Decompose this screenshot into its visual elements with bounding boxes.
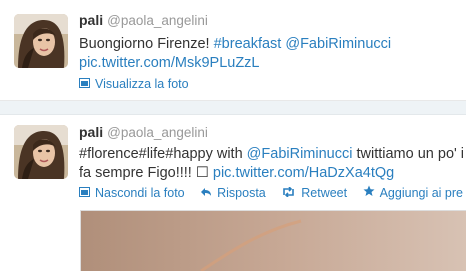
show-photo-label: Visualizza la foto [95, 77, 189, 91]
photo-icon [79, 77, 90, 91]
hide-photo-label: Nascondi la foto [95, 186, 185, 200]
tweet-text-line-1: Buongiorno Firenze! #breakfast @FabiRimi… [79, 35, 391, 54]
tweet-text-line-2: pic.twitter.com/Msk9PLuZzL [79, 54, 260, 73]
retweet-label: Retweet [301, 186, 348, 200]
avatar[interactable] [14, 14, 68, 68]
timeline-divider [0, 101, 466, 115]
tweet-actions: Nascondi la foto Risposta Retweet Aggiun… [79, 185, 466, 200]
author-name[interactable]: pali [79, 12, 103, 28]
show-photo-button[interactable]: Visualizza la foto [79, 77, 189, 91]
reply-label: Risposta [217, 186, 266, 200]
tweet-text-line-2: fa sempre Figo!!!! ☐ pic.twitter.com/HaD… [79, 164, 394, 183]
tweet-item[interactable]: pali @paola_angelini Buongiorno Firenze! … [0, 0, 466, 101]
author-handle[interactable]: @paola_angelini [107, 125, 208, 140]
mention-link[interactable]: @FabiRiminucci [247, 146, 353, 162]
tweet-header: pali @paola_angelini [79, 12, 208, 28]
tweet-text: twittiamo un po' i [352, 146, 465, 162]
hide-photo-button[interactable]: Nascondi la foto [79, 186, 185, 200]
pic-link[interactable]: pic.twitter.com/HaDzXa4tQg [213, 165, 394, 181]
tweet-item[interactable]: pali @paola_angelini #florence#life#happy… [0, 115, 466, 271]
tweet-actions: Visualizza la foto [79, 77, 201, 91]
author-name[interactable]: pali [79, 124, 103, 140]
mention-link[interactable]: @FabiRiminucci [285, 36, 391, 52]
retweet-button[interactable]: Retweet [281, 186, 347, 200]
tweet-text: #florence#life#happy [79, 146, 213, 162]
tweet-header: pali @paola_angelini [79, 124, 208, 140]
reply-icon [200, 186, 212, 200]
favorite-label: Aggiungi ai pre [379, 185, 463, 200]
tweet-text: Buongiorno Firenze! [79, 36, 214, 52]
reply-button[interactable]: Risposta [200, 186, 266, 200]
tweet-text-line-1: #florence#life#happy with @FabiRiminucci… [79, 145, 464, 164]
star-icon [363, 185, 375, 200]
favorite-button[interactable]: Aggiungi ai pre [363, 185, 463, 200]
author-handle[interactable]: @paola_angelini [107, 13, 208, 28]
pic-link[interactable]: pic.twitter.com/Msk9PLuZzL [79, 55, 260, 71]
avatar[interactable] [14, 125, 68, 179]
photo-icon [79, 186, 90, 200]
tweet-text: with [212, 146, 247, 162]
hashtag-link[interactable]: #breakfast [214, 36, 282, 52]
retweet-icon [281, 186, 296, 200]
tweet-text: fa sempre Figo!!!! ☐ [79, 165, 213, 181]
